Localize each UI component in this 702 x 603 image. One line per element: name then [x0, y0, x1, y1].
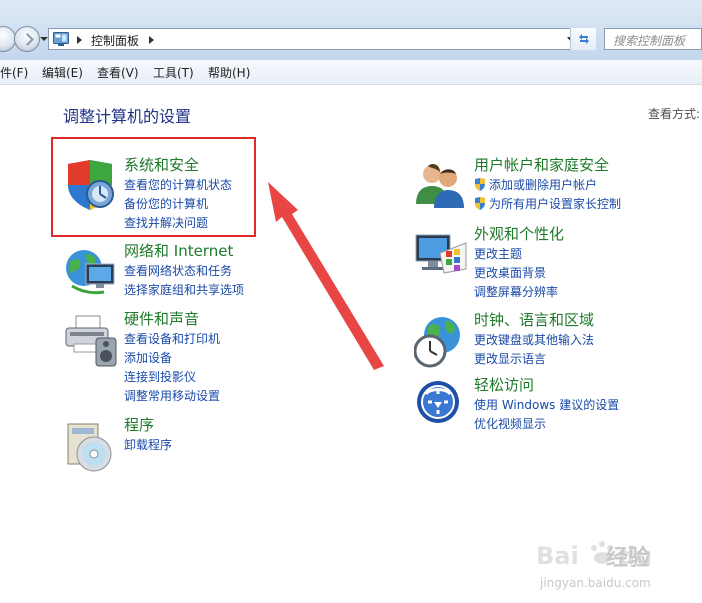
annotation-arrow	[268, 182, 384, 370]
svg-text:Bai: Bai	[536, 542, 579, 570]
watermark-url: jingyan.baidu.com	[540, 576, 651, 590]
watermark-brand: 经验	[606, 546, 651, 571]
